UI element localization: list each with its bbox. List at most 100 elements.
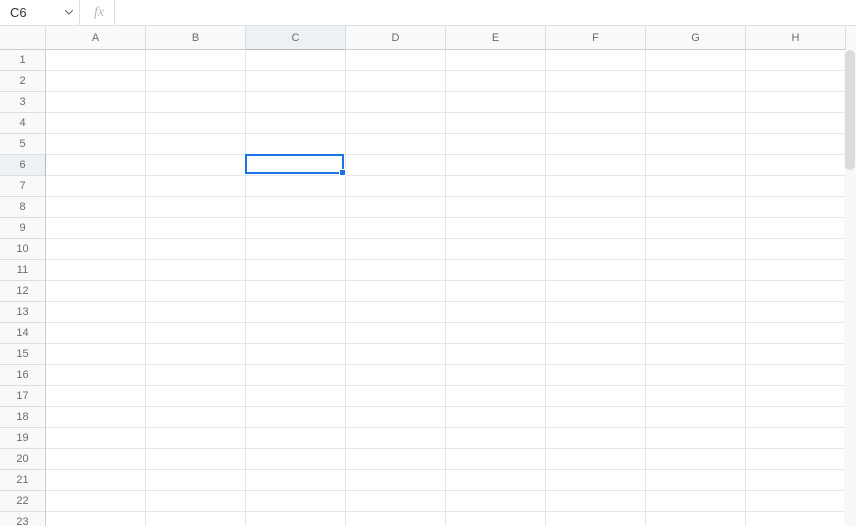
- cell-D8[interactable]: [346, 197, 446, 218]
- cell-C1[interactable]: [246, 50, 346, 71]
- cell-F18[interactable]: [546, 407, 646, 428]
- cell-G9[interactable]: [646, 218, 746, 239]
- cell-F3[interactable]: [546, 92, 646, 113]
- cell-F5[interactable]: [546, 134, 646, 155]
- cell-H22[interactable]: [746, 491, 846, 512]
- cell-H12[interactable]: [746, 281, 846, 302]
- row-header-22[interactable]: 22: [0, 491, 46, 512]
- cell-E15[interactable]: [446, 344, 546, 365]
- cell-B11[interactable]: [146, 260, 246, 281]
- cell-F22[interactable]: [546, 491, 646, 512]
- cell-G16[interactable]: [646, 365, 746, 386]
- cell-E21[interactable]: [446, 470, 546, 491]
- cell-C18[interactable]: [246, 407, 346, 428]
- cell-H21[interactable]: [746, 470, 846, 491]
- cell-C12[interactable]: [246, 281, 346, 302]
- cell-G18[interactable]: [646, 407, 746, 428]
- cell-B1[interactable]: [146, 50, 246, 71]
- cell-D7[interactable]: [346, 176, 446, 197]
- cell-D23[interactable]: [346, 512, 446, 526]
- cell-D13[interactable]: [346, 302, 446, 323]
- row-header-8[interactable]: 8: [0, 197, 46, 218]
- cell-G12[interactable]: [646, 281, 746, 302]
- row-header-14[interactable]: 14: [0, 323, 46, 344]
- cell-H5[interactable]: [746, 134, 846, 155]
- row-header-20[interactable]: 20: [0, 449, 46, 470]
- cell-D21[interactable]: [346, 470, 446, 491]
- cells-area[interactable]: [46, 50, 856, 526]
- cell-F11[interactable]: [546, 260, 646, 281]
- cell-A16[interactable]: [46, 365, 146, 386]
- cell-G15[interactable]: [646, 344, 746, 365]
- cell-A14[interactable]: [46, 323, 146, 344]
- cell-A3[interactable]: [46, 92, 146, 113]
- column-header-D[interactable]: D: [346, 26, 446, 50]
- row-header-16[interactable]: 16: [0, 365, 46, 386]
- cell-D11[interactable]: [346, 260, 446, 281]
- cell-F1[interactable]: [546, 50, 646, 71]
- row-header-6[interactable]: 6: [0, 155, 46, 176]
- row-header-23[interactable]: 23: [0, 512, 46, 526]
- cell-E3[interactable]: [446, 92, 546, 113]
- cell-H14[interactable]: [746, 323, 846, 344]
- cell-C22[interactable]: [246, 491, 346, 512]
- cell-H16[interactable]: [746, 365, 846, 386]
- cell-B20[interactable]: [146, 449, 246, 470]
- cell-D18[interactable]: [346, 407, 446, 428]
- cell-A15[interactable]: [46, 344, 146, 365]
- cell-C19[interactable]: [246, 428, 346, 449]
- cell-C14[interactable]: [246, 323, 346, 344]
- cell-D4[interactable]: [346, 113, 446, 134]
- cell-B22[interactable]: [146, 491, 246, 512]
- row-header-10[interactable]: 10: [0, 239, 46, 260]
- cell-B3[interactable]: [146, 92, 246, 113]
- cell-E13[interactable]: [446, 302, 546, 323]
- cell-B13[interactable]: [146, 302, 246, 323]
- cell-G22[interactable]: [646, 491, 746, 512]
- cell-G21[interactable]: [646, 470, 746, 491]
- cell-E9[interactable]: [446, 218, 546, 239]
- cell-D19[interactable]: [346, 428, 446, 449]
- cell-H6[interactable]: [746, 155, 846, 176]
- cell-H4[interactable]: [746, 113, 846, 134]
- cell-H18[interactable]: [746, 407, 846, 428]
- cell-A22[interactable]: [46, 491, 146, 512]
- cell-E7[interactable]: [446, 176, 546, 197]
- cell-A2[interactable]: [46, 71, 146, 92]
- cell-B15[interactable]: [146, 344, 246, 365]
- cell-G13[interactable]: [646, 302, 746, 323]
- cell-E20[interactable]: [446, 449, 546, 470]
- cell-D9[interactable]: [346, 218, 446, 239]
- cell-C8[interactable]: [246, 197, 346, 218]
- cell-A17[interactable]: [46, 386, 146, 407]
- column-header-H[interactable]: H: [746, 26, 846, 50]
- cell-C6[interactable]: [246, 155, 346, 176]
- cell-F16[interactable]: [546, 365, 646, 386]
- cell-E6[interactable]: [446, 155, 546, 176]
- row-header-1[interactable]: 1: [0, 50, 46, 71]
- cell-E14[interactable]: [446, 323, 546, 344]
- cell-C3[interactable]: [246, 92, 346, 113]
- cell-H15[interactable]: [746, 344, 846, 365]
- row-header-2[interactable]: 2: [0, 71, 46, 92]
- column-header-E[interactable]: E: [446, 26, 546, 50]
- cell-G19[interactable]: [646, 428, 746, 449]
- cell-E1[interactable]: [446, 50, 546, 71]
- cell-F2[interactable]: [546, 71, 646, 92]
- cell-F4[interactable]: [546, 113, 646, 134]
- cell-A10[interactable]: [46, 239, 146, 260]
- cell-B6[interactable]: [146, 155, 246, 176]
- row-header-12[interactable]: 12: [0, 281, 46, 302]
- cell-D6[interactable]: [346, 155, 446, 176]
- cell-D14[interactable]: [346, 323, 446, 344]
- cell-G1[interactable]: [646, 50, 746, 71]
- cell-E12[interactable]: [446, 281, 546, 302]
- cell-B18[interactable]: [146, 407, 246, 428]
- cell-G10[interactable]: [646, 239, 746, 260]
- cell-H7[interactable]: [746, 176, 846, 197]
- row-header-13[interactable]: 13: [0, 302, 46, 323]
- cell-C15[interactable]: [246, 344, 346, 365]
- cell-B12[interactable]: [146, 281, 246, 302]
- cell-A12[interactable]: [46, 281, 146, 302]
- cell-D15[interactable]: [346, 344, 446, 365]
